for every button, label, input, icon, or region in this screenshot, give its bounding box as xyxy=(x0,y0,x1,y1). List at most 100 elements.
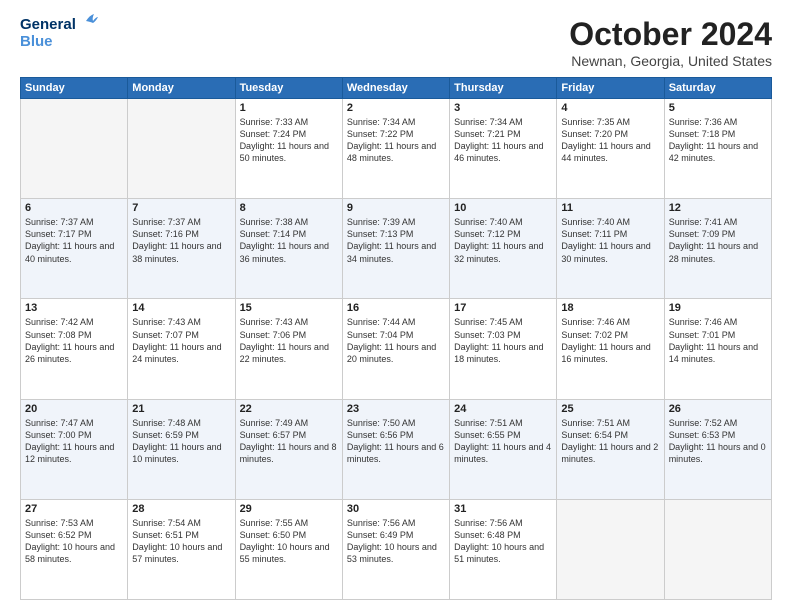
col-tuesday: Tuesday xyxy=(235,78,342,99)
day-info: Sunrise: 7:40 AMSunset: 7:11 PMDaylight:… xyxy=(561,216,659,265)
day-number: 18 xyxy=(561,302,659,314)
logo-bird-icon xyxy=(78,13,100,31)
day-info: Sunrise: 7:40 AMSunset: 7:12 PMDaylight:… xyxy=(454,216,552,265)
day-info: Sunrise: 7:41 AMSunset: 7:09 PMDaylight:… xyxy=(669,216,767,265)
table-row: 8 Sunrise: 7:38 AMSunset: 7:14 PMDaylight… xyxy=(235,199,342,299)
calendar-week-row: 13 Sunrise: 7:42 AMSunset: 7:08 PMDayligh… xyxy=(21,299,772,399)
day-info: Sunrise: 7:33 AMSunset: 7:24 PMDaylight:… xyxy=(240,116,338,165)
table-row: 30 Sunrise: 7:56 AMSunset: 6:49 PMDayligh… xyxy=(342,499,449,599)
day-info: Sunrise: 7:54 AMSunset: 6:51 PMDaylight:… xyxy=(132,517,230,566)
table-row: 27Sunrise: 7:53 AMSunset: 6:52 PMDayligh… xyxy=(21,499,128,599)
day-info: Sunrise: 7:56 AMSunset: 6:49 PMDaylight:… xyxy=(347,517,445,566)
day-number: 4 xyxy=(561,102,659,114)
table-row xyxy=(664,499,771,599)
table-row xyxy=(128,99,235,199)
day-number: 14 xyxy=(132,302,230,314)
table-row: 29 Sunrise: 7:55 AMSunset: 6:50 PMDayligh… xyxy=(235,499,342,599)
location: Newnan, Georgia, United States xyxy=(569,53,772,69)
table-row: 26 Sunrise: 7:52 AMSunset: 6:53 PMDayligh… xyxy=(664,399,771,499)
page: General Blue October 2024 Newnan, Georgi… xyxy=(0,0,792,612)
day-info: Sunrise: 7:56 AMSunset: 6:48 PMDaylight:… xyxy=(454,517,552,566)
day-info: Sunrise: 7:46 AMSunset: 7:02 PMDaylight:… xyxy=(561,316,659,365)
table-row: 19Sunrise: 7:46 AMSunset: 7:01 PMDayligh… xyxy=(664,299,771,399)
day-info: Sunrise: 7:50 AMSunset: 6:56 PMDaylight:… xyxy=(347,417,445,466)
day-number: 6 xyxy=(25,202,123,214)
day-number: 20 xyxy=(25,403,123,415)
day-number: 28 xyxy=(132,503,230,515)
day-info: Sunrise: 7:53 AMSunset: 6:52 PMDaylight:… xyxy=(25,517,123,566)
day-number: 25 xyxy=(561,403,659,415)
day-info: Sunrise: 7:51 AMSunset: 6:55 PMDaylight:… xyxy=(454,417,552,466)
day-number: 11 xyxy=(561,202,659,214)
calendar-week-row: 27Sunrise: 7:53 AMSunset: 6:52 PMDayligh… xyxy=(21,499,772,599)
table-row: 5Sunrise: 7:36 AMSunset: 7:18 PMDaylight… xyxy=(664,99,771,199)
day-number: 7 xyxy=(132,202,230,214)
table-row: 18 Sunrise: 7:46 AMSunset: 7:02 PMDayligh… xyxy=(557,299,664,399)
col-wednesday: Wednesday xyxy=(342,78,449,99)
day-number: 16 xyxy=(347,302,445,314)
table-row: 20 Sunrise: 7:47 AMSunset: 7:00 PMDayligh… xyxy=(21,399,128,499)
logo-blue-text: Blue xyxy=(20,33,53,50)
table-row: 15Sunrise: 7:43 AMSunset: 7:06 PMDayligh… xyxy=(235,299,342,399)
day-number: 26 xyxy=(669,403,767,415)
day-info: Sunrise: 7:37 AMSunset: 7:17 PMDaylight:… xyxy=(25,216,123,265)
day-info: Sunrise: 7:48 AMSunset: 6:59 PMDaylight:… xyxy=(132,417,230,466)
day-number: 23 xyxy=(347,403,445,415)
day-info: Sunrise: 7:43 AMSunset: 7:07 PMDaylight:… xyxy=(132,316,230,365)
day-number: 21 xyxy=(132,403,230,415)
logo: General Blue xyxy=(20,16,100,51)
day-number: 12 xyxy=(669,202,767,214)
title-section: October 2024 Newnan, Georgia, United Sta… xyxy=(569,16,772,69)
table-row: 9 Sunrise: 7:39 AMSunset: 7:13 PMDaylight… xyxy=(342,199,449,299)
table-row: 1Sunrise: 7:33 AMSunset: 7:24 PMDaylight… xyxy=(235,99,342,199)
table-row: 28 Sunrise: 7:54 AMSunset: 6:51 PMDayligh… xyxy=(128,499,235,599)
day-info: Sunrise: 7:34 AMSunset: 7:22 PMDaylight:… xyxy=(347,116,445,165)
col-friday: Friday xyxy=(557,78,664,99)
table-row: 31 Sunrise: 7:56 AMSunset: 6:48 PMDayligh… xyxy=(450,499,557,599)
day-info: Sunrise: 7:49 AMSunset: 6:57 PMDaylight:… xyxy=(240,417,338,466)
header: General Blue October 2024 Newnan, Georgi… xyxy=(20,16,772,69)
calendar-week-row: 1Sunrise: 7:33 AMSunset: 7:24 PMDaylight… xyxy=(21,99,772,199)
day-info: Sunrise: 7:34 AMSunset: 7:21 PMDaylight:… xyxy=(454,116,552,165)
table-row: 11 Sunrise: 7:40 AMSunset: 7:11 PMDayligh… xyxy=(557,199,664,299)
day-number: 3 xyxy=(454,102,552,114)
day-number: 8 xyxy=(240,202,338,214)
day-info: Sunrise: 7:47 AMSunset: 7:00 PMDaylight:… xyxy=(25,417,123,466)
day-info: Sunrise: 7:52 AMSunset: 6:53 PMDaylight:… xyxy=(669,417,767,466)
table-row: 14 Sunrise: 7:43 AMSunset: 7:07 PMDayligh… xyxy=(128,299,235,399)
table-row xyxy=(557,499,664,599)
day-number: 19 xyxy=(669,302,767,314)
table-row: 7 Sunrise: 7:37 AMSunset: 7:16 PMDaylight… xyxy=(128,199,235,299)
calendar-header-row: Sunday Monday Tuesday Wednesday Thursday… xyxy=(21,78,772,99)
day-number: 29 xyxy=(240,503,338,515)
table-row: 6 Sunrise: 7:37 AMSunset: 7:17 PMDaylight… xyxy=(21,199,128,299)
day-number: 22 xyxy=(240,403,338,415)
table-row: 23 Sunrise: 7:50 AMSunset: 6:56 PMDayligh… xyxy=(342,399,449,499)
day-info: Sunrise: 7:42 AMSunset: 7:08 PMDaylight:… xyxy=(25,316,123,365)
table-row: 13 Sunrise: 7:42 AMSunset: 7:08 PMDayligh… xyxy=(21,299,128,399)
table-row: 3 Sunrise: 7:34 AMSunset: 7:21 PMDaylight… xyxy=(450,99,557,199)
col-thursday: Thursday xyxy=(450,78,557,99)
day-number: 24 xyxy=(454,403,552,415)
day-info: Sunrise: 7:55 AMSunset: 6:50 PMDaylight:… xyxy=(240,517,338,566)
table-row: 2Sunrise: 7:34 AMSunset: 7:22 PMDaylight… xyxy=(342,99,449,199)
table-row: 4Sunrise: 7:35 AMSunset: 7:20 PMDaylight… xyxy=(557,99,664,199)
day-number: 13 xyxy=(25,302,123,314)
table-row: 12 Sunrise: 7:41 AMSunset: 7:09 PMDayligh… xyxy=(664,199,771,299)
table-row: 21 Sunrise: 7:48 AMSunset: 6:59 PMDayligh… xyxy=(128,399,235,499)
table-row: 17Sunrise: 7:45 AMSunset: 7:03 PMDayligh… xyxy=(450,299,557,399)
day-info: Sunrise: 7:39 AMSunset: 7:13 PMDaylight:… xyxy=(347,216,445,265)
day-number: 10 xyxy=(454,202,552,214)
table-row: 10 Sunrise: 7:40 AMSunset: 7:12 PMDayligh… xyxy=(450,199,557,299)
day-number: 5 xyxy=(669,102,767,114)
day-number: 15 xyxy=(240,302,338,314)
calendar-table: Sunday Monday Tuesday Wednesday Thursday… xyxy=(20,77,772,600)
col-sunday: Sunday xyxy=(21,78,128,99)
day-info: Sunrise: 7:37 AMSunset: 7:16 PMDaylight:… xyxy=(132,216,230,265)
day-info: Sunrise: 7:38 AMSunset: 7:14 PMDaylight:… xyxy=(240,216,338,265)
day-info: Sunrise: 7:45 AMSunset: 7:03 PMDaylight:… xyxy=(454,316,552,365)
day-number: 9 xyxy=(347,202,445,214)
day-number: 31 xyxy=(454,503,552,515)
day-number: 30 xyxy=(347,503,445,515)
table-row: 16Sunrise: 7:44 AMSunset: 7:04 PMDayligh… xyxy=(342,299,449,399)
